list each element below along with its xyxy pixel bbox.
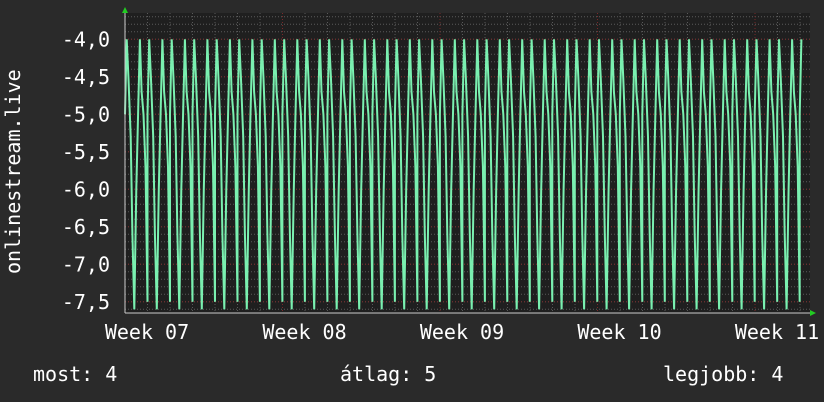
y-axis-arrow-icon xyxy=(122,7,128,13)
y-tick-label: -6,5 xyxy=(62,215,110,239)
x-tick-label: Week 09 xyxy=(420,320,504,344)
y-tick-label: -7,0 xyxy=(62,252,110,276)
x-tick-label: Week 07 xyxy=(105,320,189,344)
y-tick-label: -6,0 xyxy=(62,177,110,201)
x-tick-labels: Week 07 Week 08 Week 09 Week 10 Week 11 xyxy=(105,320,819,344)
x-axis-arrow-icon xyxy=(810,310,816,316)
y-tick-labels: -4,0 -4,5 -5,0 -5,5 -6,0 -6,5 -7,0 -7,5 xyxy=(62,27,110,314)
y-tick-label: -5,5 xyxy=(62,140,110,164)
line-chart: -4,0 -4,5 -5,0 -5,5 -6,0 -6,5 -7,0 -7,5 Week 07… xyxy=(1,7,819,344)
x-tick-label: Week 10 xyxy=(577,320,661,344)
x-tick-label: Week 11 xyxy=(735,320,819,344)
y-tick-label: -4,5 xyxy=(62,65,110,89)
y-tick-label: -5,0 xyxy=(62,102,110,126)
stat-best: legjobb: 4 xyxy=(663,362,784,386)
stat-average: átlag: 5 xyxy=(340,362,437,386)
x-tick-label: Week 08 xyxy=(262,320,346,344)
y-axis-label: onlinestream.live xyxy=(1,69,25,274)
stat-current: most: 4 xyxy=(33,362,118,386)
y-tick-label: -7,5 xyxy=(62,290,110,314)
y-tick-label: -4,0 xyxy=(62,27,110,51)
